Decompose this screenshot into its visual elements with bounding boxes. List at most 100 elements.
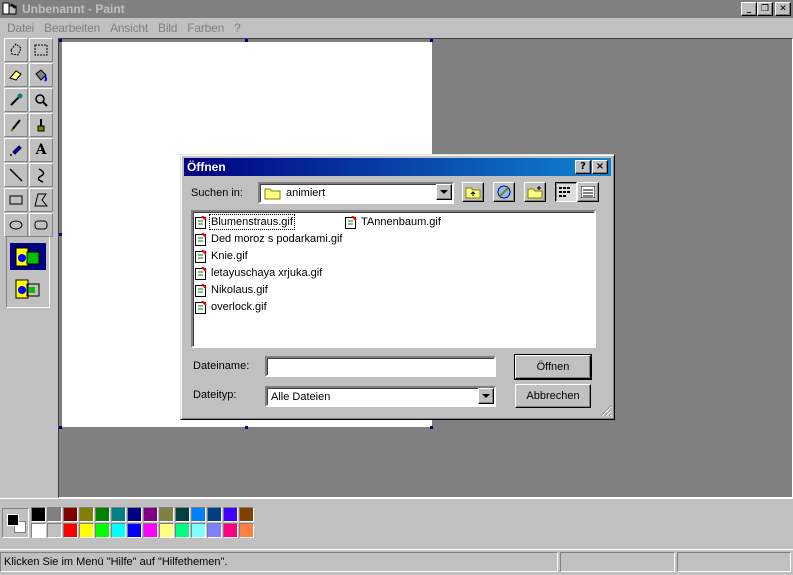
menu-datei[interactable]: Datei xyxy=(2,21,39,35)
resize-handle[interactable] xyxy=(245,426,248,429)
filename-input[interactable] xyxy=(265,356,496,377)
line-icon[interactable] xyxy=(4,163,28,187)
color-swatch[interactable] xyxy=(175,507,190,522)
color-swatch[interactable] xyxy=(207,507,222,522)
help-icon[interactable]: ? xyxy=(575,160,591,174)
color-swatch[interactable] xyxy=(47,523,62,538)
free-select-icon[interactable] xyxy=(4,38,28,62)
color-swatch[interactable] xyxy=(159,523,174,538)
status-pane-size xyxy=(677,552,791,572)
color-swatch[interactable] xyxy=(127,507,142,522)
color-swatch[interactable] xyxy=(239,507,254,522)
foreground-color-swatch xyxy=(7,514,19,526)
opaque-option-icon[interactable] xyxy=(10,243,46,270)
dropdown-arrow-icon[interactable] xyxy=(436,184,452,200)
color-swatch[interactable] xyxy=(47,507,62,522)
open-dialog: Öffnen ? × Suchen in: animiert Blumenstr… xyxy=(180,154,615,420)
color-swatch[interactable] xyxy=(175,523,190,538)
color-swatch[interactable] xyxy=(223,523,238,538)
brush-icon[interactable] xyxy=(29,113,53,137)
resize-handle[interactable] xyxy=(430,426,433,429)
status-pane-coords xyxy=(560,552,675,572)
menu-bearbeiten[interactable]: Bearbeiten xyxy=(39,21,105,35)
up-folder-icon[interactable] xyxy=(462,182,484,202)
color-swatch[interactable] xyxy=(31,523,46,538)
color-swatch[interactable] xyxy=(127,523,142,538)
toolbox: A xyxy=(0,38,56,498)
transparent-option-icon[interactable] xyxy=(10,275,46,302)
new-folder-icon[interactable] xyxy=(524,182,546,202)
color-swatch[interactable] xyxy=(111,507,126,522)
color-swatch[interactable] xyxy=(223,507,238,522)
color-picker-icon[interactable] xyxy=(4,88,28,112)
gif-file-icon xyxy=(195,232,207,246)
color-swatch[interactable] xyxy=(207,523,222,538)
eraser-icon[interactable] xyxy=(4,63,28,87)
color-palette xyxy=(0,498,793,546)
color-swatch[interactable] xyxy=(239,523,254,538)
rectangle-icon[interactable] xyxy=(4,188,28,212)
color-swatch[interactable] xyxy=(143,507,158,522)
minimize-icon[interactable]: _ xyxy=(741,2,757,16)
text-icon[interactable]: A xyxy=(29,138,53,162)
rect-select-icon[interactable] xyxy=(29,38,53,62)
close-icon[interactable]: × xyxy=(592,160,608,174)
title-bar: Unbenannt - Paint _ ❐ ✕ xyxy=(0,0,793,18)
airbrush-icon[interactable] xyxy=(4,138,28,162)
color-swatch[interactable] xyxy=(31,507,46,522)
dropdown-arrow-icon[interactable] xyxy=(478,388,494,404)
filetype-combo[interactable]: Alle Dateien xyxy=(265,386,496,407)
resize-grip-icon[interactable] xyxy=(600,405,612,417)
list-view-icon[interactable] xyxy=(555,182,577,202)
tool-options xyxy=(6,236,50,308)
cancel-button[interactable]: Abbrechen xyxy=(515,384,591,408)
color-swatch[interactable] xyxy=(63,523,78,538)
lookin-label: Suchen in: xyxy=(191,187,243,199)
current-colors xyxy=(2,508,29,538)
menu-bild[interactable]: Bild xyxy=(153,21,182,35)
color-swatch[interactable] xyxy=(95,507,110,522)
color-swatch[interactable] xyxy=(79,507,94,522)
dialog-title-bar: Öffnen ? × xyxy=(184,158,611,176)
dialog-title: Öffnen xyxy=(187,160,226,174)
gif-file-icon xyxy=(195,283,207,297)
magnifier-icon[interactable] xyxy=(29,88,53,112)
color-swatch[interactable] xyxy=(95,523,110,538)
color-swatch[interactable] xyxy=(63,507,78,522)
curve-icon[interactable] xyxy=(29,163,53,187)
file-item[interactable]: Ded moroz s podarkami.gif xyxy=(195,231,343,247)
color-swatch[interactable] xyxy=(111,523,126,538)
desktop-icon[interactable] xyxy=(493,182,515,202)
file-item[interactable]: overlock.gif xyxy=(195,299,268,315)
ellipse-icon[interactable] xyxy=(4,213,28,237)
gif-file-icon xyxy=(345,215,357,229)
filename-label: Dateiname: xyxy=(193,360,250,372)
lookin-combo[interactable]: animiert xyxy=(258,182,454,204)
file-item[interactable]: TAnnenbaum.gif xyxy=(345,214,442,230)
color-swatch[interactable] xyxy=(191,523,206,538)
close-icon[interactable]: ✕ xyxy=(775,2,791,16)
file-list[interactable]: Blumenstraus.gif Ded moroz s podarkami.g… xyxy=(191,210,596,348)
restore-icon[interactable]: ❐ xyxy=(757,2,773,16)
pencil-icon[interactable] xyxy=(4,113,28,137)
details-view-icon[interactable] xyxy=(577,182,599,202)
menu-ansicht[interactable]: Ansicht xyxy=(105,21,153,35)
gif-file-icon xyxy=(195,300,207,314)
color-swatch[interactable] xyxy=(191,507,206,522)
color-swatch[interactable] xyxy=(159,507,174,522)
polygon-icon[interactable] xyxy=(29,188,53,212)
file-item[interactable]: Nikolaus.gif xyxy=(195,282,269,298)
gif-file-icon xyxy=(195,266,207,280)
rounded-rect-icon[interactable] xyxy=(29,213,53,237)
fill-bucket-icon[interactable] xyxy=(29,63,53,87)
paint-app-icon xyxy=(2,2,17,15)
resize-handle xyxy=(430,39,433,42)
color-swatch[interactable] xyxy=(79,523,94,538)
file-item[interactable]: Blumenstraus.gif xyxy=(195,214,295,230)
file-item[interactable]: Knie.gif xyxy=(195,248,249,264)
open-button[interactable]: Öffnen xyxy=(514,354,592,380)
menu-farben[interactable]: Farben xyxy=(182,21,229,35)
menu-help[interactable]: ? xyxy=(229,21,245,35)
file-item[interactable]: letayuschaya xrjuka.gif xyxy=(195,265,323,281)
color-swatch[interactable] xyxy=(143,523,158,538)
